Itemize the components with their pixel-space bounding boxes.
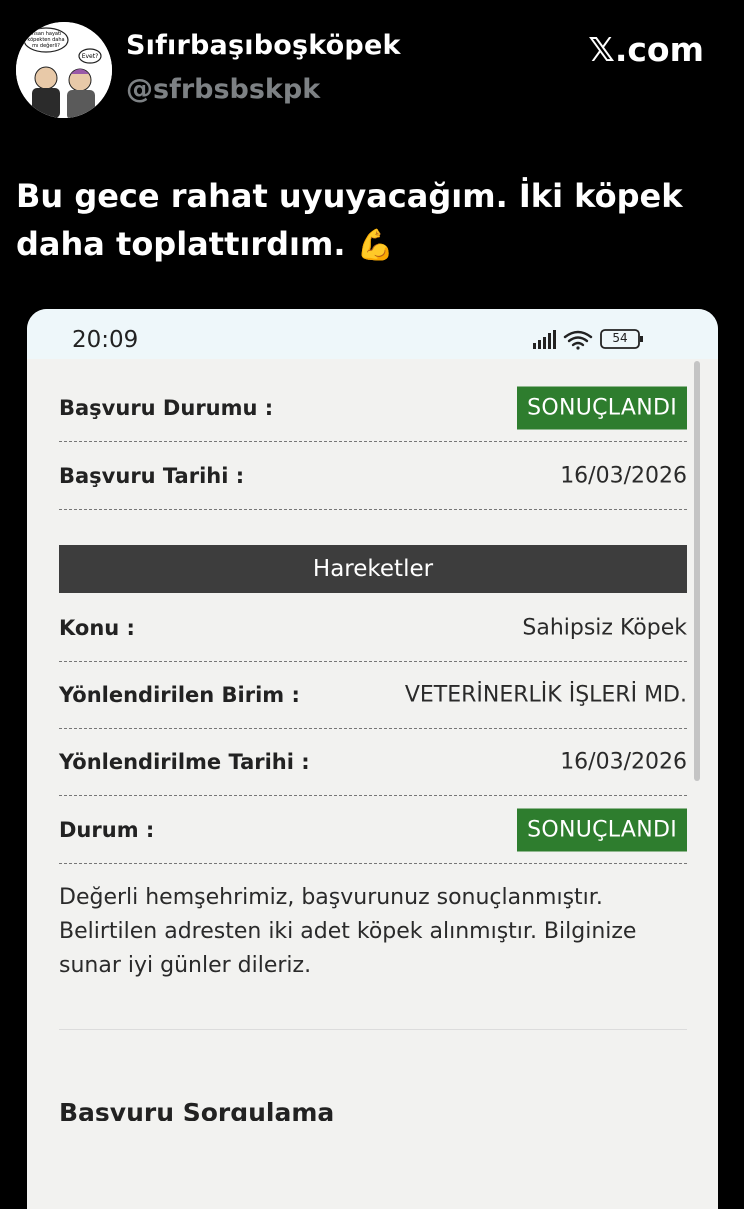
flexed-biceps-emoji: 💪 bbox=[356, 228, 394, 263]
field-label: Yönlendirilme Tarihi : bbox=[59, 750, 310, 774]
signal-icon bbox=[533, 330, 556, 349]
wifi-icon bbox=[563, 330, 593, 350]
application-status-row: Başvuru Durumu : SONUÇLANDI bbox=[59, 375, 687, 442]
author-avatar[interactable]: İnsan hayatı köpekten daha mı değerli? E… bbox=[16, 22, 112, 118]
svg-text:İnsan hayatı: İnsan hayatı bbox=[31, 30, 62, 37]
svg-text:Evet?: Evet? bbox=[82, 53, 99, 60]
divider bbox=[59, 1029, 687, 1030]
directed-unit-row: Yönlendirilen Birim : VETERİNERLİK İŞLER… bbox=[59, 662, 687, 729]
field-label: Durum : bbox=[59, 818, 155, 842]
directed-date-row: Yönlendirilme Tarihi : 16/03/2026 bbox=[59, 729, 687, 796]
field-label: Başvuru Tarihi : bbox=[59, 464, 245, 488]
scrollbar[interactable] bbox=[694, 361, 700, 781]
author-name[interactable]: Sıfırbaşıboşköpek bbox=[126, 30, 401, 61]
application-date-row: Başvuru Tarihi : 16/03/2026 bbox=[59, 443, 687, 510]
tweet-body: Bu gece rahat uyuyacağım. İki köpek daha… bbox=[16, 177, 683, 263]
status-row: Durum : SONUÇLANDI bbox=[59, 797, 687, 864]
field-label: Yönlendirilen Birim : bbox=[59, 683, 300, 707]
field-value: 16/03/2026 bbox=[560, 463, 687, 489]
tweet-text: Bu gece rahat uyuyacağım. İki köpek daha… bbox=[16, 172, 716, 270]
status-badge: SONUÇLANDI bbox=[517, 386, 687, 430]
field-value: VETERİNERLİK İŞLERİ MD. bbox=[404, 682, 687, 708]
x-logo: 𝕏.com bbox=[588, 30, 704, 69]
subject-row: Konu : Sahipsiz Köpek bbox=[59, 595, 687, 662]
inquiry-heading: Başvuru Sorgulama bbox=[59, 1098, 335, 1121]
field-value: 16/03/2026 bbox=[560, 749, 687, 775]
author-handle[interactable]: @sfrbsbskpk bbox=[126, 74, 320, 105]
avatar-illustration-icon: İnsan hayatı köpekten daha mı değerli? E… bbox=[16, 22, 112, 118]
status-badge: SONUÇLANDI bbox=[517, 808, 687, 852]
status-icons: 54 bbox=[533, 327, 673, 353]
svg-text:mı değerli?: mı değerli? bbox=[32, 42, 60, 49]
phone-screenshot: 20:09 54 Başvuru Durumu: SONUÇLANDI Baş… bbox=[27, 309, 718, 1209]
field-label: Konu : bbox=[59, 616, 135, 640]
result-message: Değerli hemşehrimiz, başvurunuz sonuçlan… bbox=[59, 885, 637, 978]
status-time: 20:09 bbox=[72, 327, 139, 353]
section-header: Hareketler bbox=[59, 545, 687, 593]
field-value: Sahipsiz Köpek bbox=[522, 615, 687, 641]
field-label: Başvuru Durumu : bbox=[59, 396, 274, 420]
battery-level: 54 bbox=[612, 331, 628, 345]
status-bar: 20:09 54 bbox=[27, 309, 718, 359]
